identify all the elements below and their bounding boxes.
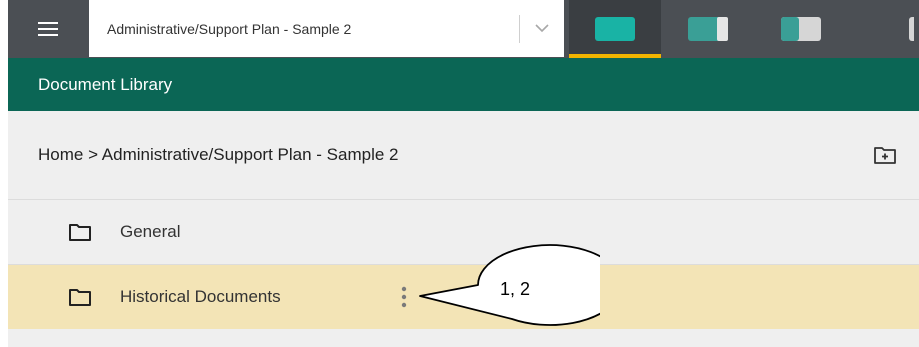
folder-label: General	[120, 222, 181, 241]
layout-split-right-icon	[688, 17, 728, 41]
folder-icon	[68, 286, 92, 308]
chevron-down-icon[interactable]	[520, 0, 564, 57]
folder-plus-icon	[874, 147, 896, 164]
layout-full-icon	[595, 17, 635, 41]
breadcrumb[interactable]: Home > Administrative/Support Plan - Sam…	[38, 145, 871, 165]
callout-label: 1, 2	[500, 279, 531, 299]
layout-partial-button[interactable]	[848, 0, 919, 58]
document-library-header: Document Library	[8, 58, 919, 111]
hamburger-icon	[38, 22, 58, 36]
menu-button[interactable]	[8, 0, 88, 58]
layout-partial-icon	[909, 17, 914, 41]
new-folder-button[interactable]	[871, 141, 899, 169]
breadcrumb-bar: Home > Administrative/Support Plan - Sam…	[8, 111, 919, 200]
layout-split-left-icon	[781, 17, 821, 41]
page-title: Document Library	[38, 74, 173, 94]
plan-select[interactable]: Administrative/Support Plan - Sample 2	[89, 0, 564, 57]
folder-icon	[68, 221, 92, 243]
layout-split-right-button[interactable]	[662, 0, 754, 58]
plan-select-value: Administrative/Support Plan - Sample 2	[107, 20, 352, 37]
left-margin	[0, 0, 8, 347]
layout-full-button[interactable]	[569, 0, 661, 58]
folder-label: Historical Documents	[120, 287, 281, 306]
layout-split-left-button[interactable]	[755, 0, 847, 58]
